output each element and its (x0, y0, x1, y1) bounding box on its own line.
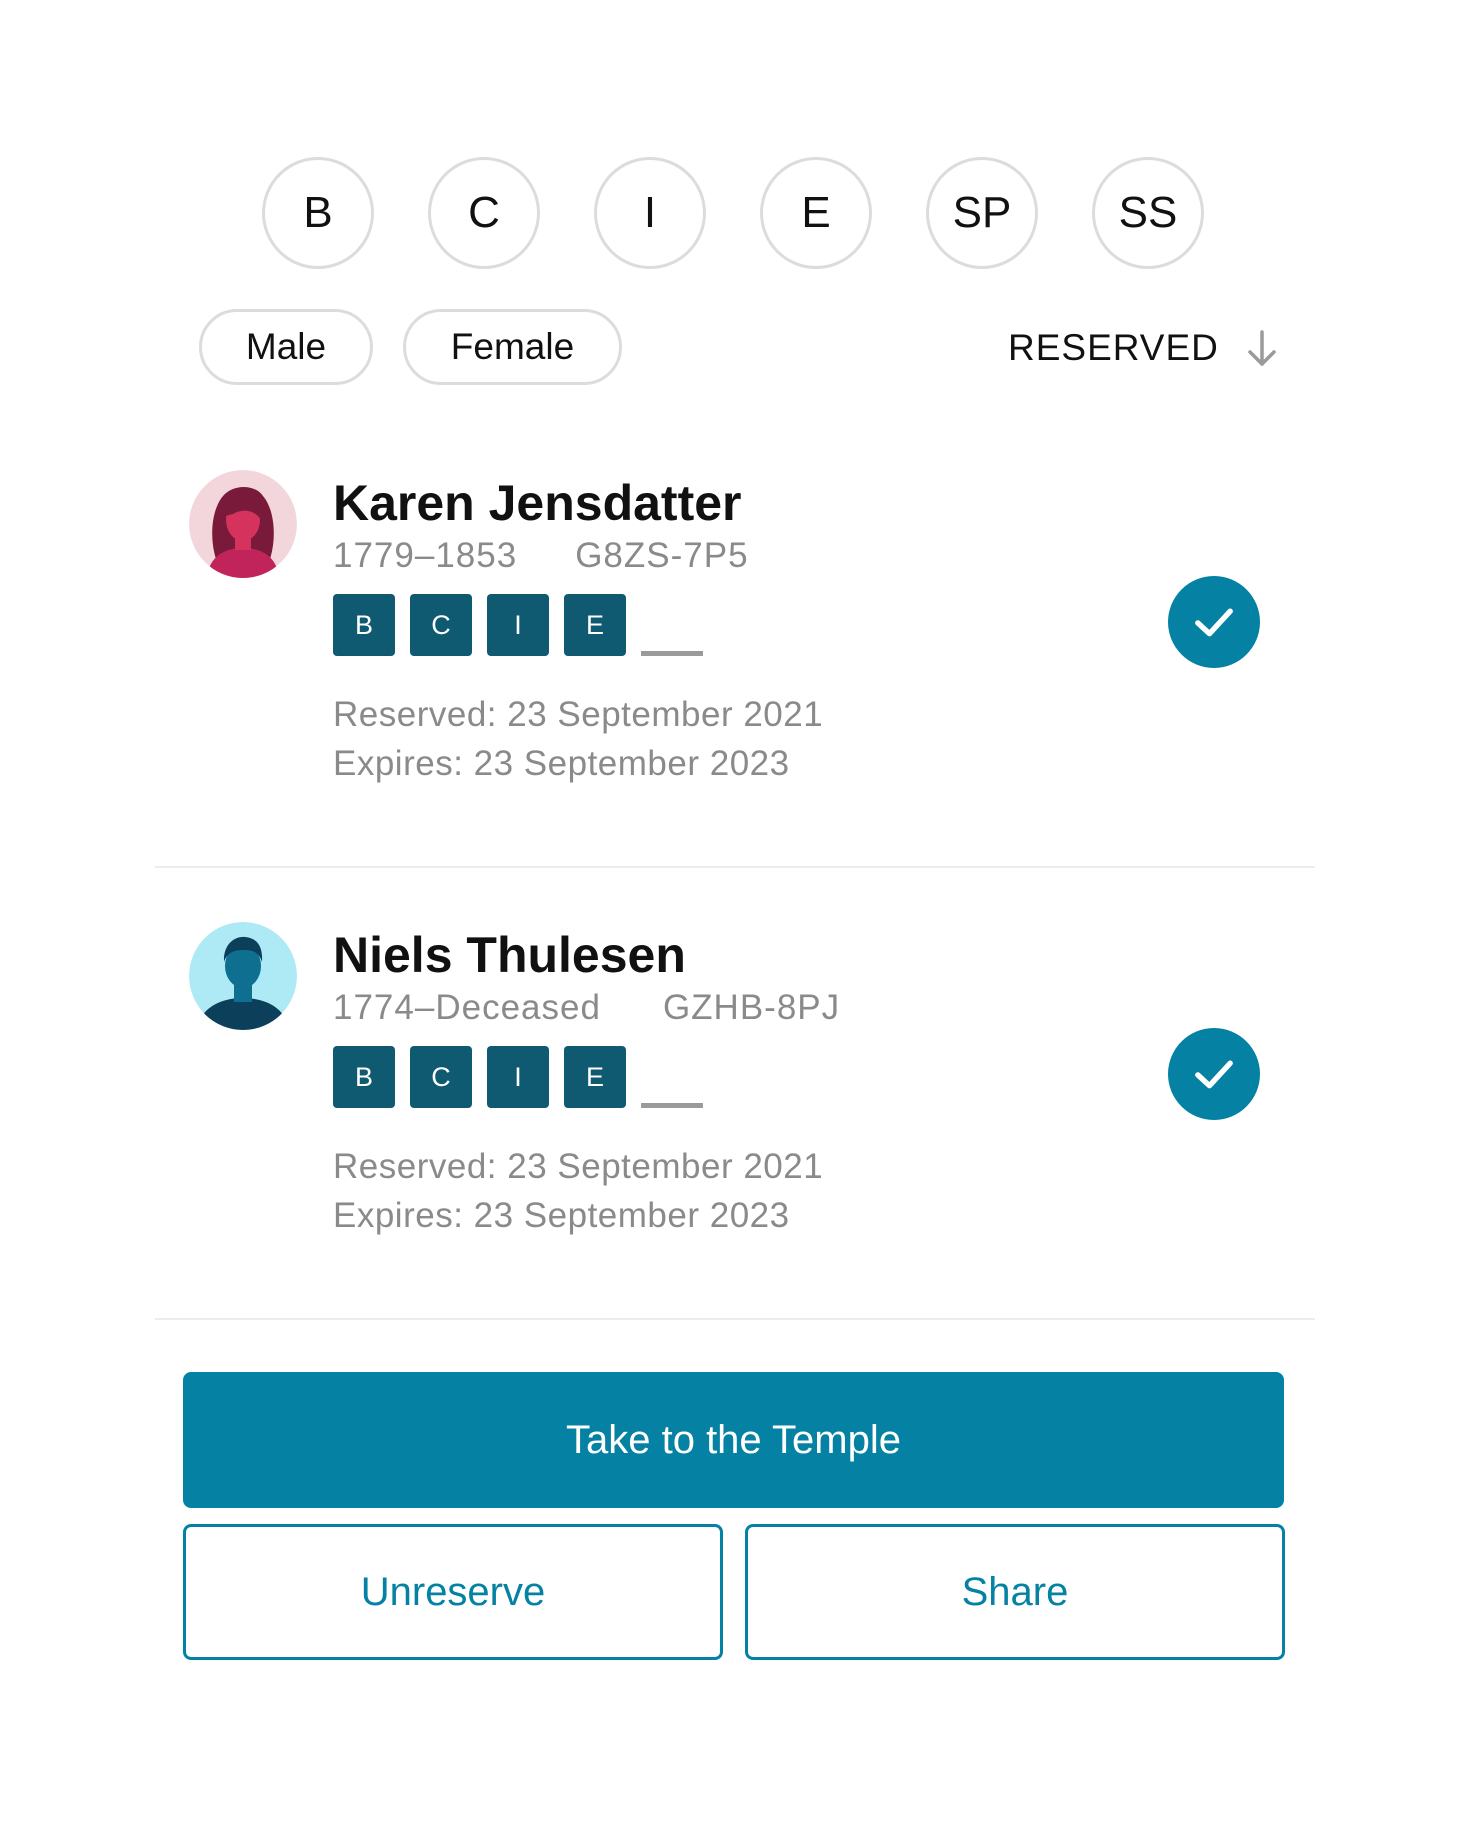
filter-sealing-parents[interactable]: SP (926, 157, 1038, 269)
filter-male[interactable]: Male (199, 309, 373, 385)
share-button[interactable]: Share (745, 1524, 1285, 1660)
gender-filter-row: Male Female (199, 309, 622, 385)
ordinance-placeholder (641, 594, 703, 656)
filter-baptism[interactable]: B (262, 157, 374, 269)
unreserve-button[interactable]: Unreserve (183, 1524, 723, 1660)
ordinance-confirmation: C (410, 1046, 472, 1108)
person-id: G8ZS-7P5 (575, 536, 749, 575)
filter-endowment[interactable]: E (760, 157, 872, 269)
checkmark-icon (1195, 1060, 1233, 1089)
expires-date: Expires: 23 September 2023 (333, 744, 790, 783)
reservation-dates: Reserved: 23 September 2021 Expires: 23 … (333, 690, 823, 788)
checkmark-icon (1195, 608, 1233, 637)
ordinance-status-row: B C I E (333, 594, 703, 656)
ordinance-endowment: E (564, 594, 626, 656)
person-id: GZHB-8PJ (662, 988, 841, 1027)
ordinance-endowment: E (564, 1046, 626, 1108)
person-card[interactable]: Karen Jensdatter 1779–1853 G8ZS-7P5 B C I… (155, 450, 1315, 868)
filter-initiatory[interactable]: I (594, 157, 706, 269)
filter-confirmation[interactable]: C (428, 157, 540, 269)
person-card[interactable]: Niels Thulesen 1774–Deceased GZHB-8PJ B C… (155, 902, 1315, 1320)
ordinance-status-row: B C I E (333, 1046, 703, 1108)
selected-checkbox[interactable] (1168, 576, 1260, 668)
reserved-date: Reserved: 23 September 2021 (333, 1147, 824, 1186)
filter-female[interactable]: Female (403, 309, 622, 385)
ordinance-initiatory: I (487, 1046, 549, 1108)
selected-checkbox[interactable] (1168, 1028, 1260, 1120)
male-avatar-icon (189, 922, 297, 1030)
person-meta: 1774–Deceased GZHB-8PJ (333, 988, 840, 1028)
ordinance-baptism: B (333, 1046, 395, 1108)
reservation-dates: Reserved: 23 September 2021 Expires: 23 … (333, 1142, 823, 1240)
ordinance-confirmation: C (410, 594, 472, 656)
take-to-temple-button[interactable]: Take to the Temple (183, 1372, 1284, 1508)
person-name: Karen Jensdatter (333, 475, 742, 531)
ordinance-baptism: B (333, 594, 395, 656)
person-name: Niels Thulesen (333, 927, 686, 983)
ordinance-placeholder (641, 1046, 703, 1108)
sort-label: RESERVED (1008, 327, 1219, 368)
reserved-date: Reserved: 23 September 2021 (333, 695, 824, 734)
ordinance-filter-row: B C I E SP SS (262, 157, 1204, 269)
filter-sealing-spouse[interactable]: SS (1092, 157, 1204, 269)
sort-button[interactable]: RESERVED (1008, 318, 1279, 378)
female-avatar-icon (189, 470, 297, 578)
reserved-list-screen: B C I E SP SS Male Female RESERVED Karen… (0, 0, 1480, 1826)
expires-date: Expires: 23 September 2023 (333, 1196, 790, 1235)
ordinance-initiatory: I (487, 594, 549, 656)
lifespan: 1779–1853 (333, 536, 518, 575)
person-meta: 1779–1853 G8ZS-7P5 (333, 536, 749, 576)
lifespan: 1774–Deceased (333, 988, 601, 1027)
arrow-down-icon (1248, 330, 1276, 366)
